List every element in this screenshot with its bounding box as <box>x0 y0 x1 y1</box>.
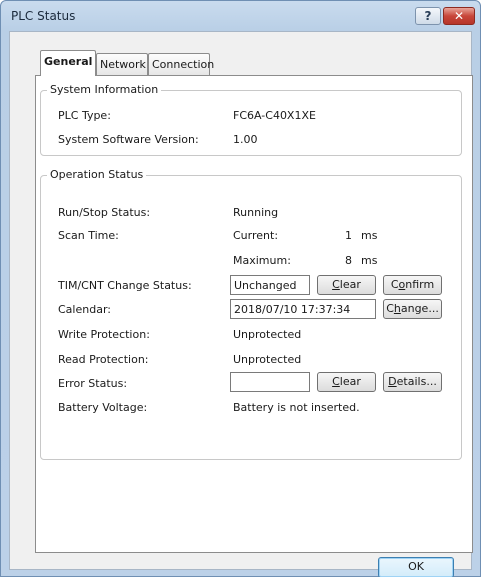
clear-error-text-post: lear <box>339 375 361 388</box>
operation-status-group: Operation Status Run/Stop Status: Runnin… <box>40 168 462 460</box>
scan-current-label: Current: <box>233 229 279 242</box>
clear-timcnt-accelerator: C <box>332 278 340 291</box>
scan-current-unit: ms <box>361 229 378 242</box>
confirm-text-pre: C <box>390 278 399 291</box>
details-button[interactable]: Details... <box>383 372 442 392</box>
plc-type-label: PLC Type: <box>58 109 111 122</box>
run-stop-value: Running <box>233 206 279 219</box>
change-text-pre: C <box>386 302 394 315</box>
write-protection-label: Write Protection: <box>58 328 150 341</box>
read-protection-value: Unprotected <box>233 353 302 366</box>
scan-time-label: Scan Time: <box>58 229 119 242</box>
calendar-field[interactable]: 2018/07/10 17:37:34 <box>230 299 376 319</box>
system-information-group: System Information PLC Type: FC6A-C40X1X… <box>40 83 462 156</box>
battery-voltage-value: Battery is not inserted. <box>233 401 360 414</box>
system-information-title: System Information <box>47 83 162 96</box>
change-calendar-button[interactable]: Change... <box>383 299 442 319</box>
operation-status-title: Operation Status <box>47 168 147 181</box>
clear-timcnt-button[interactable]: Clear <box>317 275 376 295</box>
general-tab-panel: System Information PLC Type: FC6A-C40X1X… <box>35 75 473 553</box>
change-text-post: ange... <box>400 302 439 315</box>
write-protection-value: Unprotected <box>233 328 302 341</box>
run-stop-label: Run/Stop Status: <box>58 206 151 219</box>
calendar-label: Calendar: <box>58 303 111 316</box>
tab-general[interactable]: General <box>40 50 96 76</box>
error-status-label: Error Status: <box>58 377 128 390</box>
tab-connection[interactable]: Connection <box>148 53 214 75</box>
scan-current-value: 1 <box>345 229 352 242</box>
plc-status-window: PLC Status ? ✕ General Network Connectio… <box>0 0 481 577</box>
scan-maximum-value: 8 <box>345 254 352 267</box>
dialog-client-area: General Network Connection System Inform… <box>9 31 473 577</box>
error-status-field[interactable] <box>230 372 310 392</box>
ok-button[interactable]: OK <box>378 557 454 577</box>
software-version-label: System Software Version: <box>58 133 199 146</box>
clear-error-accelerator: C <box>332 375 340 388</box>
close-button[interactable]: ✕ <box>443 7 475 25</box>
help-button[interactable]: ? <box>415 7 441 25</box>
details-text-post: etails... <box>396 375 437 388</box>
details-accelerator: D <box>388 375 397 388</box>
timcnt-change-label: TIM/CNT Change Status: <box>58 279 192 292</box>
confirm-text-post: nfirm <box>405 278 435 291</box>
read-protection-label: Read Protection: <box>58 353 149 366</box>
title-bar[interactable]: PLC Status ? ✕ <box>1 1 480 31</box>
software-version-value: 1.00 <box>233 133 258 146</box>
window-title: PLC Status <box>11 9 76 23</box>
change-accelerator: h <box>393 302 401 315</box>
battery-voltage-label: Battery Voltage: <box>58 401 148 414</box>
tab-network[interactable]: Network <box>96 53 148 75</box>
plc-type-value: FC6A-C40X1XE <box>233 109 316 122</box>
timcnt-change-field[interactable]: Unchanged <box>230 275 310 295</box>
clear-error-button[interactable]: Clear <box>317 372 376 392</box>
scan-maximum-label: Maximum: <box>233 254 291 267</box>
clear-timcnt-text-post: lear <box>339 278 361 291</box>
scan-maximum-unit: ms <box>361 254 378 267</box>
confirm-button[interactable]: Confirm <box>383 275 442 295</box>
